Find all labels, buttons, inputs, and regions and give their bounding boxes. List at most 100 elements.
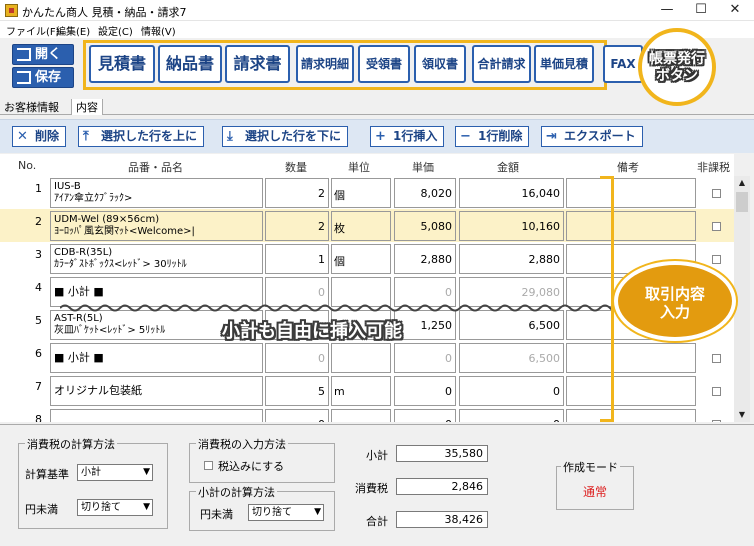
export-button[interactable]: ⇥ エクスポート — [541, 126, 643, 147]
export-icon: ⇥ — [546, 129, 557, 144]
table-row[interactable]: 7 オリジナル包装紙 5 m 0 0 — [0, 374, 734, 407]
price-cell[interactable]: 2,880 — [394, 244, 456, 274]
item-name-cell[interactable]: UDM-Wel (89×56cm) ﾖｰﾛｯﾊﾟ風玄関ﾏｯﾄ<Welcome>| — [50, 211, 263, 241]
doc-issue-callout: 帳票発行 ボタン — [638, 28, 716, 106]
menu-settings[interactable]: 設定(C) — [98, 23, 133, 38]
tax-exempt-checkbox[interactable] — [712, 189, 721, 198]
row-number: 2 — [35, 215, 42, 228]
subtotal-annotation: 小計も自由に挿入可能 — [222, 321, 402, 342]
qty-cell[interactable]: 2 — [265, 211, 329, 241]
menu-file[interactable]: ファイル(F) — [6, 23, 60, 38]
qty-cell[interactable]: 1 — [265, 244, 329, 274]
tax-exempt-checkbox[interactable] — [712, 255, 721, 264]
tax-round-select[interactable]: 切り捨て ▼ — [77, 499, 153, 516]
delete-button[interactable]: ✕ 削除 — [12, 126, 67, 147]
estimate-button[interactable]: 見積書 — [89, 45, 155, 83]
tab-customer-info[interactable]: お客様情報 — [4, 99, 59, 115]
delivery-note-button[interactable]: 納品書 — [158, 45, 222, 83]
item-name-cell[interactable]: ■ 小計 ■ — [50, 343, 263, 373]
table-row[interactable]: 1 IUS-B ｱｲｱﾝ傘立ｸﾌﾞﾗｯｸ> 2 個 8,020 16,040 — [0, 176, 734, 209]
item-name-cell[interactable]: オリジナル包装紙 — [50, 376, 263, 406]
unit-cell[interactable]: 個 — [331, 244, 391, 274]
item-code: CDB-R(35L) — [54, 247, 113, 258]
close-button[interactable]: ✕ — [718, 0, 752, 21]
note-cell[interactable] — [566, 178, 696, 208]
col-qty: 数量 — [285, 161, 307, 174]
item-name: ｶﾗｰﾀﾞｽﾄﾎﾞｯｸｽ<ﾚｯﾄﾞ> 30ﾘｯﾄﾙ — [54, 259, 187, 270]
row-number: 3 — [35, 248, 42, 261]
unit-cell[interactable]: 枚 — [331, 211, 391, 241]
table-row[interactable]: 3 CDB-R(35L) ｶﾗｰﾀﾞｽﾄﾎﾞｯｸｽ<ﾚｯﾄﾞ> 30ﾘｯﾄﾙ 1 … — [0, 242, 734, 275]
invoice-button[interactable]: 請求書 — [225, 45, 290, 83]
table-row[interactable]: 8 0 0 0 — [0, 407, 734, 422]
price-cell[interactable]: 1,250 — [394, 310, 456, 340]
menu-edit[interactable]: 編集(E) — [56, 23, 90, 38]
receipt-acknowledgment-button[interactable]: 受領書 — [358, 45, 410, 83]
row-number: 5 — [35, 314, 42, 327]
total-invoice-button[interactable]: 合計請求 — [472, 45, 531, 83]
note-cell[interactable] — [566, 343, 696, 373]
price-cell[interactable]: 0 — [394, 409, 456, 422]
note-cell[interactable] — [566, 409, 696, 422]
price-cell[interactable]: 0 — [394, 376, 456, 406]
item-code: ■ 小計 ■ — [54, 351, 104, 364]
unit-cell[interactable]: m — [331, 376, 391, 406]
basis-select[interactable]: 小計 ▼ — [77, 464, 153, 481]
scroll-up-icon[interactable]: ▲ — [734, 176, 750, 190]
save-button[interactable]: 保存 — [12, 67, 74, 88]
tax-input-title: 消費税の入力方法 — [196, 436, 288, 452]
item-code: UDM-Wel (89×56cm) — [54, 214, 160, 225]
scroll-thumb[interactable] — [736, 192, 748, 212]
unit-cell[interactable] — [331, 409, 391, 422]
tab-content[interactable]: 内容 — [71, 99, 103, 115]
note-cell[interactable] — [566, 376, 696, 406]
delete-icon: ✕ — [17, 129, 28, 144]
receipt-button[interactable]: 領収書 — [414, 45, 466, 83]
tax-exempt-checkbox[interactable] — [712, 354, 721, 363]
move-down-button[interactable]: ⤓ 選択した行を下に — [222, 126, 349, 147]
invoice-detail-button[interactable]: 請求明細 — [296, 45, 354, 83]
amount-cell: 6,500 — [459, 343, 564, 373]
table-row[interactable]: 6 ■ 小計 ■ 0 0 6,500 — [0, 341, 734, 374]
tax-exempt-checkbox[interactable] — [712, 222, 721, 231]
tab-bar: お客様情報 内容 — [0, 97, 754, 115]
unit-price-estimate-button[interactable]: 単価見積 — [534, 45, 594, 83]
scroll-down-icon[interactable]: ▼ — [734, 408, 750, 422]
unit-cell[interactable] — [331, 343, 391, 373]
open-button[interactable]: 開く — [12, 44, 74, 65]
maximize-button[interactable]: ☐ — [684, 0, 718, 21]
table-row[interactable]: 2 UDM-Wel (89×56cm) ﾖｰﾛｯﾊﾟ風玄関ﾏｯﾄ<Welcome>… — [0, 209, 734, 242]
tax-label: 消費税 — [355, 482, 388, 495]
price-cell[interactable]: 0 — [394, 343, 456, 373]
col-amount: 金額 — [497, 161, 519, 174]
move-up-button[interactable]: ⤒ 選択した行を上に — [78, 126, 205, 147]
tax-exempt-checkbox[interactable] — [712, 387, 721, 396]
price-cell[interactable]: 8,020 — [394, 178, 456, 208]
menu-info[interactable]: 情報(V) — [141, 23, 176, 38]
item-name-cell[interactable]: IUS-B ｱｲｱﾝ傘立ｸﾌﾞﾗｯｸ> — [50, 178, 263, 208]
minimize-button[interactable]: — — [650, 0, 684, 21]
delete-row-button[interactable]: −1行削除 — [455, 126, 530, 147]
qty-cell[interactable]: 5 — [265, 376, 329, 406]
subtotal-round-select[interactable]: 切り捨て ▼ — [248, 504, 324, 521]
item-code: オリジナル包装紙 — [54, 384, 142, 397]
qty-cell[interactable]: 0 — [265, 343, 329, 373]
item-name-cell[interactable] — [50, 409, 263, 422]
row-number: 7 — [35, 380, 42, 393]
insert-row-button[interactable]: +1行挿入 — [370, 126, 445, 147]
menu-bar: ファイル(F) 編集(E) 設定(C) 情報(V) — [0, 21, 754, 38]
unit-cell[interactable]: 個 — [331, 178, 391, 208]
qty-cell[interactable]: 0 — [265, 409, 329, 422]
item-name-cell[interactable]: CDB-R(35L) ｶﾗｰﾀﾞｽﾄﾎﾞｯｸｽ<ﾚｯﾄﾞ> 30ﾘｯﾄﾙ — [50, 244, 263, 274]
delete-row-label: 1行削除 — [478, 129, 523, 143]
tax-inclusive-checkbox[interactable] — [204, 461, 213, 470]
fax-button[interactable]: FAX — [603, 45, 643, 83]
wavy-divider — [60, 304, 620, 312]
qty-cell[interactable]: 2 — [265, 178, 329, 208]
grid-scrollbar[interactable]: ▲ ▼ — [734, 176, 750, 422]
note-cell[interactable] — [566, 211, 696, 241]
subtotal-round-label: 円未満 — [200, 508, 233, 521]
tax-exempt-checkbox[interactable] — [712, 420, 721, 422]
save-icon — [17, 71, 31, 84]
price-cell[interactable]: 5,080 — [394, 211, 456, 241]
